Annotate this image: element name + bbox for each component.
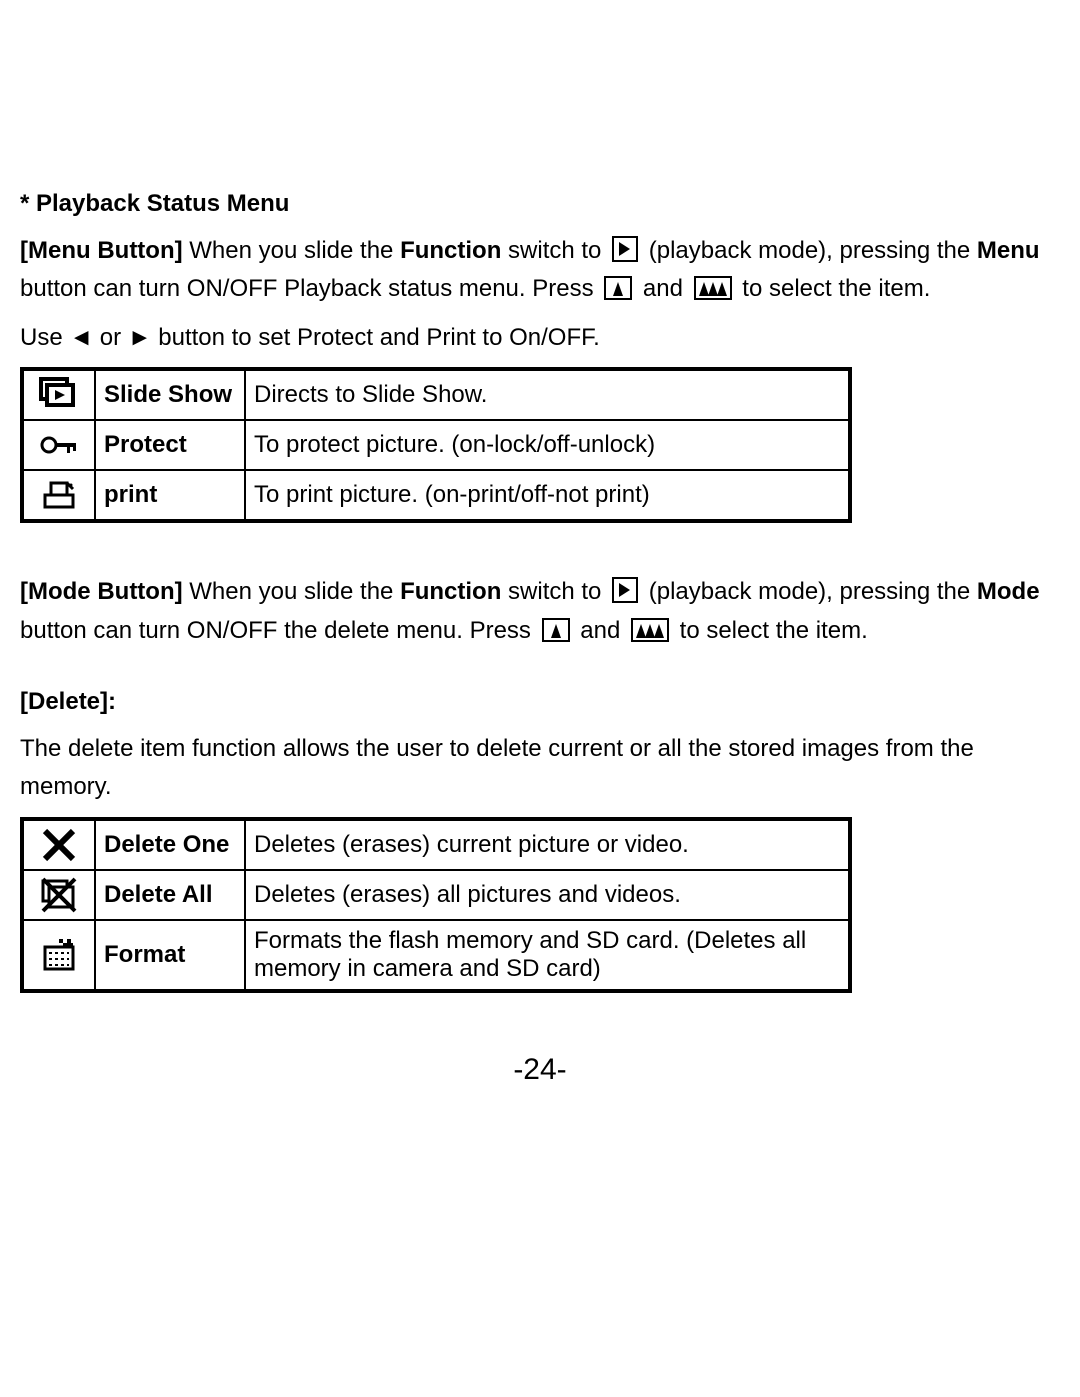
page-number: -24- xyxy=(0,1053,1080,1087)
playback-mode-icon xyxy=(612,236,638,262)
table-row: Delete One Deletes (erases) current pict… xyxy=(22,819,850,870)
cell-label: Delete One xyxy=(95,819,245,870)
playback-mode-icon xyxy=(612,577,638,603)
playback-status-table: Slide Show Directs to Slide Show. Protec… xyxy=(20,367,852,523)
cell-desc: To print picture. (on-print/off-not prin… xyxy=(245,470,850,521)
text: and xyxy=(574,617,627,644)
cell-label: Delete All xyxy=(95,870,245,920)
cell-label: print xyxy=(95,470,245,521)
text: (playback mode), pressing the xyxy=(642,578,977,605)
text: When you slide the xyxy=(183,578,400,605)
paragraph-mode-button: [Mode Button] When you slide the Functio… xyxy=(20,573,1060,650)
cell-desc: Deletes (erases) current picture or vide… xyxy=(245,819,850,870)
text: button can turn ON/OFF Playback status m… xyxy=(20,275,600,302)
cell-label: Slide Show xyxy=(95,369,245,420)
delete-all-icon xyxy=(22,870,95,920)
up-button-icon xyxy=(542,618,570,642)
text: Use xyxy=(20,324,69,351)
table-row: Format Formats the flash memory and SD c… xyxy=(22,920,850,991)
paragraph-delete-intro: The delete item function allows the user… xyxy=(20,730,1060,807)
table-row: Delete All Deletes (erases) all pictures… xyxy=(22,870,850,920)
right-arrow-icon: ► xyxy=(128,324,152,351)
down-button-icon xyxy=(694,276,732,300)
cell-desc: Deletes (erases) all pictures and videos… xyxy=(245,870,850,920)
delete-one-icon xyxy=(22,819,95,870)
down-button-icon xyxy=(631,618,669,642)
label-function: Function xyxy=(400,237,501,264)
section-heading-delete: [Delete]: xyxy=(20,688,1060,716)
up-button-icon xyxy=(604,276,632,300)
cell-label: Format xyxy=(95,920,245,991)
label-menu-button: [Menu Button] xyxy=(20,237,183,264)
cell-desc: To protect picture. (on-lock/off-unlock) xyxy=(245,420,850,470)
cell-desc: Formats the flash memory and SD card. (D… xyxy=(245,920,850,991)
print-icon xyxy=(22,470,95,521)
text: or xyxy=(93,324,128,351)
manual-page: * Playback Status Menu [Menu Button] Whe… xyxy=(0,0,1080,1397)
paragraph-use-arrows: Use ◄ or ► button to set Protect and Pri… xyxy=(20,319,1060,357)
table-row: print To print picture. (on-print/off-no… xyxy=(22,470,850,521)
format-icon xyxy=(22,920,95,991)
text: to select the item. xyxy=(736,275,931,302)
slide-show-icon xyxy=(22,369,95,420)
delete-table: Delete One Deletes (erases) current pict… xyxy=(20,817,852,993)
table-row: Protect To protect picture. (on-lock/off… xyxy=(22,420,850,470)
text: and xyxy=(636,275,689,302)
cell-label: Protect xyxy=(95,420,245,470)
text: (playback mode), pressing the xyxy=(642,237,977,264)
text: button to set Protect and Print to On/OF… xyxy=(152,324,600,351)
text: switch to xyxy=(501,237,608,264)
section-heading-playback-status: * Playback Status Menu xyxy=(20,190,1060,218)
label-menu: Menu xyxy=(977,237,1040,264)
protect-key-icon xyxy=(22,420,95,470)
text: to select the item. xyxy=(673,617,868,644)
text: When you slide the xyxy=(183,237,400,264)
label-mode: Mode xyxy=(977,578,1040,605)
paragraph-menu-button: [Menu Button] When you slide the Functio… xyxy=(20,232,1060,309)
table-row: Slide Show Directs to Slide Show. xyxy=(22,369,850,420)
text: button can turn ON/OFF the delete menu. … xyxy=(20,617,538,644)
text: switch to xyxy=(501,578,608,605)
label-function: Function xyxy=(400,578,501,605)
cell-desc: Directs to Slide Show. xyxy=(245,369,850,420)
left-arrow-icon: ◄ xyxy=(69,324,93,351)
label-mode-button: [Mode Button] xyxy=(20,578,183,605)
